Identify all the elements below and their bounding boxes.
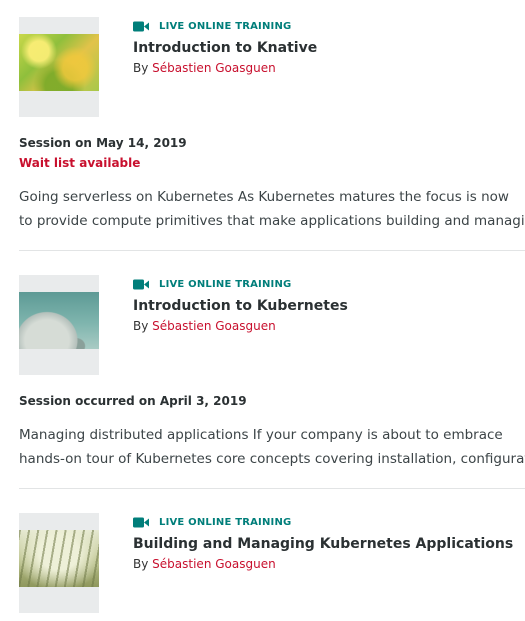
session-date: Session occurred on April 3, 2019: [19, 394, 247, 408]
list-item: LIVE ONLINE TRAINING Introduction to Kub…: [19, 275, 525, 489]
session-date: Session on May 14, 2019: [19, 136, 187, 150]
description-line: to provide compute primitives that make …: [19, 213, 525, 229]
author-link[interactable]: Sébastien Goasguen: [152, 319, 276, 333]
thumbnail[interactable]: [19, 513, 99, 613]
content-type: LIVE ONLINE TRAINING: [133, 276, 348, 292]
item-description: Managing distributed applications If you…: [19, 423, 525, 471]
item-title[interactable]: Building and Managing Kubernetes Applica…: [133, 535, 513, 553]
description-line: Going serverless on Kubernetes As Kubern…: [19, 189, 509, 205]
by-label: By: [133, 319, 149, 333]
author-link[interactable]: Sébastien Goasguen: [152, 61, 276, 75]
thumbnail-image: [19, 530, 99, 587]
description-line: hands-on tour of Kubernetes core concept…: [19, 451, 525, 467]
item-header: LIVE ONLINE TRAINING Introduction to Kub…: [19, 275, 525, 375]
divider: [19, 250, 525, 251]
item-author: By Sébastien Goasguen: [133, 319, 348, 334]
content-type-label: LIVE ONLINE TRAINING: [159, 20, 292, 32]
list-item: LIVE ONLINE TRAINING Building and Managi…: [19, 513, 525, 613]
training-list: LIVE ONLINE TRAINING Introduction to Kna…: [19, 17, 525, 613]
video-camera-icon: [133, 21, 149, 31]
waitlist-status: Wait list available: [19, 156, 141, 170]
by-label: By: [133, 61, 149, 75]
thumbnail[interactable]: [19, 275, 99, 375]
video-camera-icon: [133, 517, 149, 527]
thumbnail[interactable]: [19, 17, 99, 117]
item-header: LIVE ONLINE TRAINING Introduction to Kna…: [19, 17, 525, 117]
by-label: By: [133, 557, 149, 571]
item-meta: LIVE ONLINE TRAINING Building and Managi…: [133, 513, 513, 572]
content-type-label: LIVE ONLINE TRAINING: [159, 516, 292, 528]
content-type: LIVE ONLINE TRAINING: [133, 18, 317, 34]
thumbnail-image: [19, 292, 99, 349]
content-type: LIVE ONLINE TRAINING: [133, 514, 513, 530]
list-item: LIVE ONLINE TRAINING Introduction to Kna…: [19, 17, 525, 251]
item-title[interactable]: Introduction to Knative: [133, 39, 317, 57]
video-camera-icon: [133, 279, 149, 289]
item-title[interactable]: Introduction to Kubernetes: [133, 297, 348, 315]
divider: [19, 488, 525, 489]
item-description: Going serverless on Kubernetes As Kubern…: [19, 185, 525, 233]
thumbnail-image: [19, 34, 99, 91]
content-type-label: LIVE ONLINE TRAINING: [159, 278, 292, 290]
item-header: LIVE ONLINE TRAINING Building and Managi…: [19, 513, 525, 613]
description-line: Managing distributed applications If you…: [19, 427, 503, 443]
item-author: By Sébastien Goasguen: [133, 61, 317, 76]
item-meta: LIVE ONLINE TRAINING Introduction to Kna…: [133, 17, 317, 76]
author-link[interactable]: Sébastien Goasguen: [152, 557, 276, 571]
item-author: By Sébastien Goasguen: [133, 557, 513, 572]
item-meta: LIVE ONLINE TRAINING Introduction to Kub…: [133, 275, 348, 334]
